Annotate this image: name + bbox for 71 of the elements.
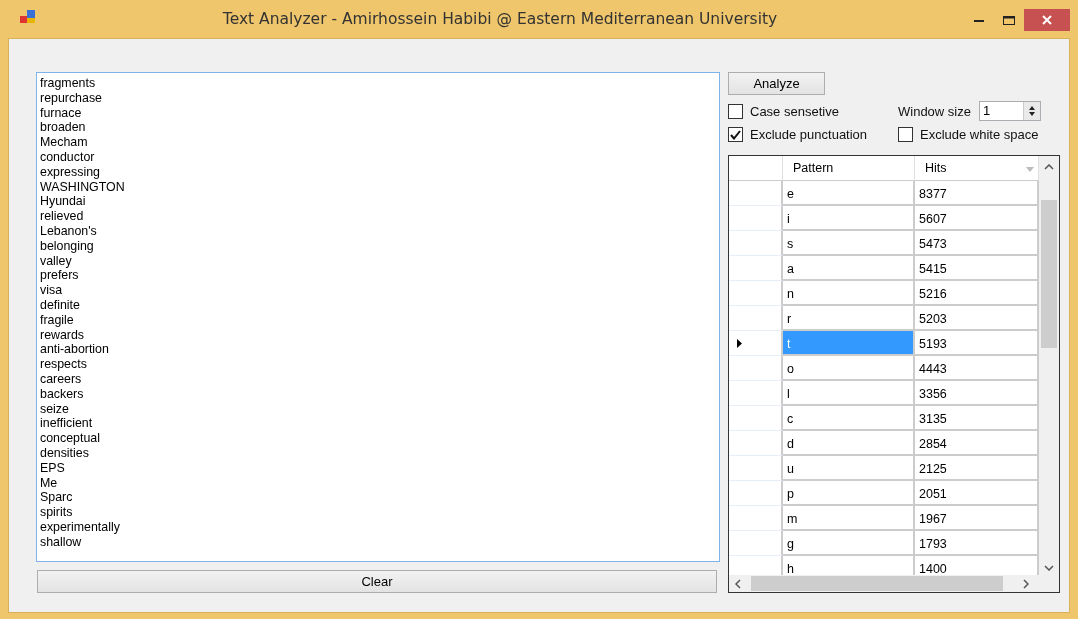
row-header[interactable] <box>729 531 783 556</box>
close-button[interactable] <box>1024 9 1070 31</box>
row-header[interactable] <box>729 306 783 331</box>
text-input-area[interactable]: fragments repurchase furnace broaden Mecham conductor expressing WASHINGTON Hyundai relieved Lebanon's belonging valley prefers visa definite fragile rewards anti-abortion respects careers backers seize inefficient conceptual densities EPS Me Sparc spirits experimentally shallow <box>36 72 720 562</box>
table-cell: 8377 <box>915 181 1039 206</box>
window-size-spinner[interactable]: 1 <box>978 101 1041 121</box>
app-icon <box>20 10 36 24</box>
vertical-scrollbar-thumb[interactable] <box>1041 200 1057 348</box>
check-icon <box>730 129 741 140</box>
table-cell[interactable]: e <box>783 181 915 206</box>
table-cell[interactable]: s <box>783 231 915 256</box>
scroll-up-icon[interactable] <box>1044 164 1054 170</box>
row-header[interactable] <box>729 256 783 281</box>
table-cell[interactable]: m <box>783 506 915 531</box>
row-header[interactable] <box>729 231 783 256</box>
table-cell[interactable]: d <box>783 431 915 456</box>
row-header[interactable] <box>729 506 783 531</box>
row-header[interactable] <box>729 331 783 356</box>
scroll-down-icon[interactable] <box>1044 565 1054 571</box>
checkbox[interactable] <box>728 103 743 119</box>
row-header[interactable] <box>729 456 783 481</box>
table-cell: 3135 <box>915 406 1039 431</box>
scroll-left-icon[interactable] <box>735 579 741 589</box>
scroll-right-icon[interactable] <box>1023 579 1029 589</box>
table-cell[interactable]: r <box>783 306 915 331</box>
table-cell: 5193 <box>915 331 1039 356</box>
table-cell: 5415 <box>915 256 1039 281</box>
row-header[interactable] <box>729 406 783 431</box>
table-cell: 3356 <box>915 381 1039 406</box>
clear-button[interactable]: Clear <box>37 570 717 593</box>
minimize-icon <box>974 18 984 22</box>
table-cell[interactable]: o <box>783 356 915 381</box>
maximize-icon <box>1003 15 1015 25</box>
table-cell: 2854 <box>915 431 1039 456</box>
table-cell[interactable]: l <box>783 381 915 406</box>
table-cell: 5216 <box>915 281 1039 306</box>
option-label: Exclude white space <box>920 127 1039 142</box>
window-title: Text Analyzer - Amirhossein Habibi @ Eastern Mediterranean University <box>221 10 779 28</box>
table-cell[interactable]: u <box>783 456 915 481</box>
up-down-arrows-icon <box>1027 105 1036 117</box>
row-header[interactable] <box>729 206 783 231</box>
table-cell: 4443 <box>915 356 1039 381</box>
table-cell[interactable]: g <box>783 531 915 556</box>
row-header[interactable] <box>729 356 783 381</box>
table-cell[interactable]: i <box>783 206 915 231</box>
table-cell: 2125 <box>915 456 1039 481</box>
table-cell: 2051 <box>915 481 1039 506</box>
option-label: Exclude punctuation <box>750 127 868 142</box>
checkbox[interactable] <box>728 127 743 142</box>
window-size-label: Window size <box>898 103 971 119</box>
row-header[interactable] <box>729 481 783 506</box>
table-cell: 5607 <box>915 206 1039 231</box>
row-header[interactable] <box>729 431 783 456</box>
row-header[interactable] <box>729 181 783 206</box>
corner-header[interactable] <box>729 156 783 181</box>
table-cell[interactable]: p <box>783 481 915 506</box>
analyze-button[interactable]: Analyze <box>728 72 825 95</box>
row-header[interactable] <box>729 281 783 306</box>
table-cell: 1793 <box>915 531 1039 556</box>
table-cell[interactable]: c <box>783 406 915 431</box>
horizontal-scrollbar-thumb[interactable] <box>751 576 1003 591</box>
sort-arrow-icon <box>1026 167 1034 172</box>
table-cell[interactable]: a <box>783 256 915 281</box>
close-icon <box>1042 15 1052 25</box>
checkbox[interactable] <box>898 127 913 142</box>
table-cell: 5473 <box>915 231 1039 256</box>
row-header[interactable] <box>729 381 783 406</box>
table-cell[interactable]: n <box>783 281 915 306</box>
option-label: Case sensetive <box>750 103 839 119</box>
table-cell: 5203 <box>915 306 1039 331</box>
table-cell: 1967 <box>915 506 1039 531</box>
